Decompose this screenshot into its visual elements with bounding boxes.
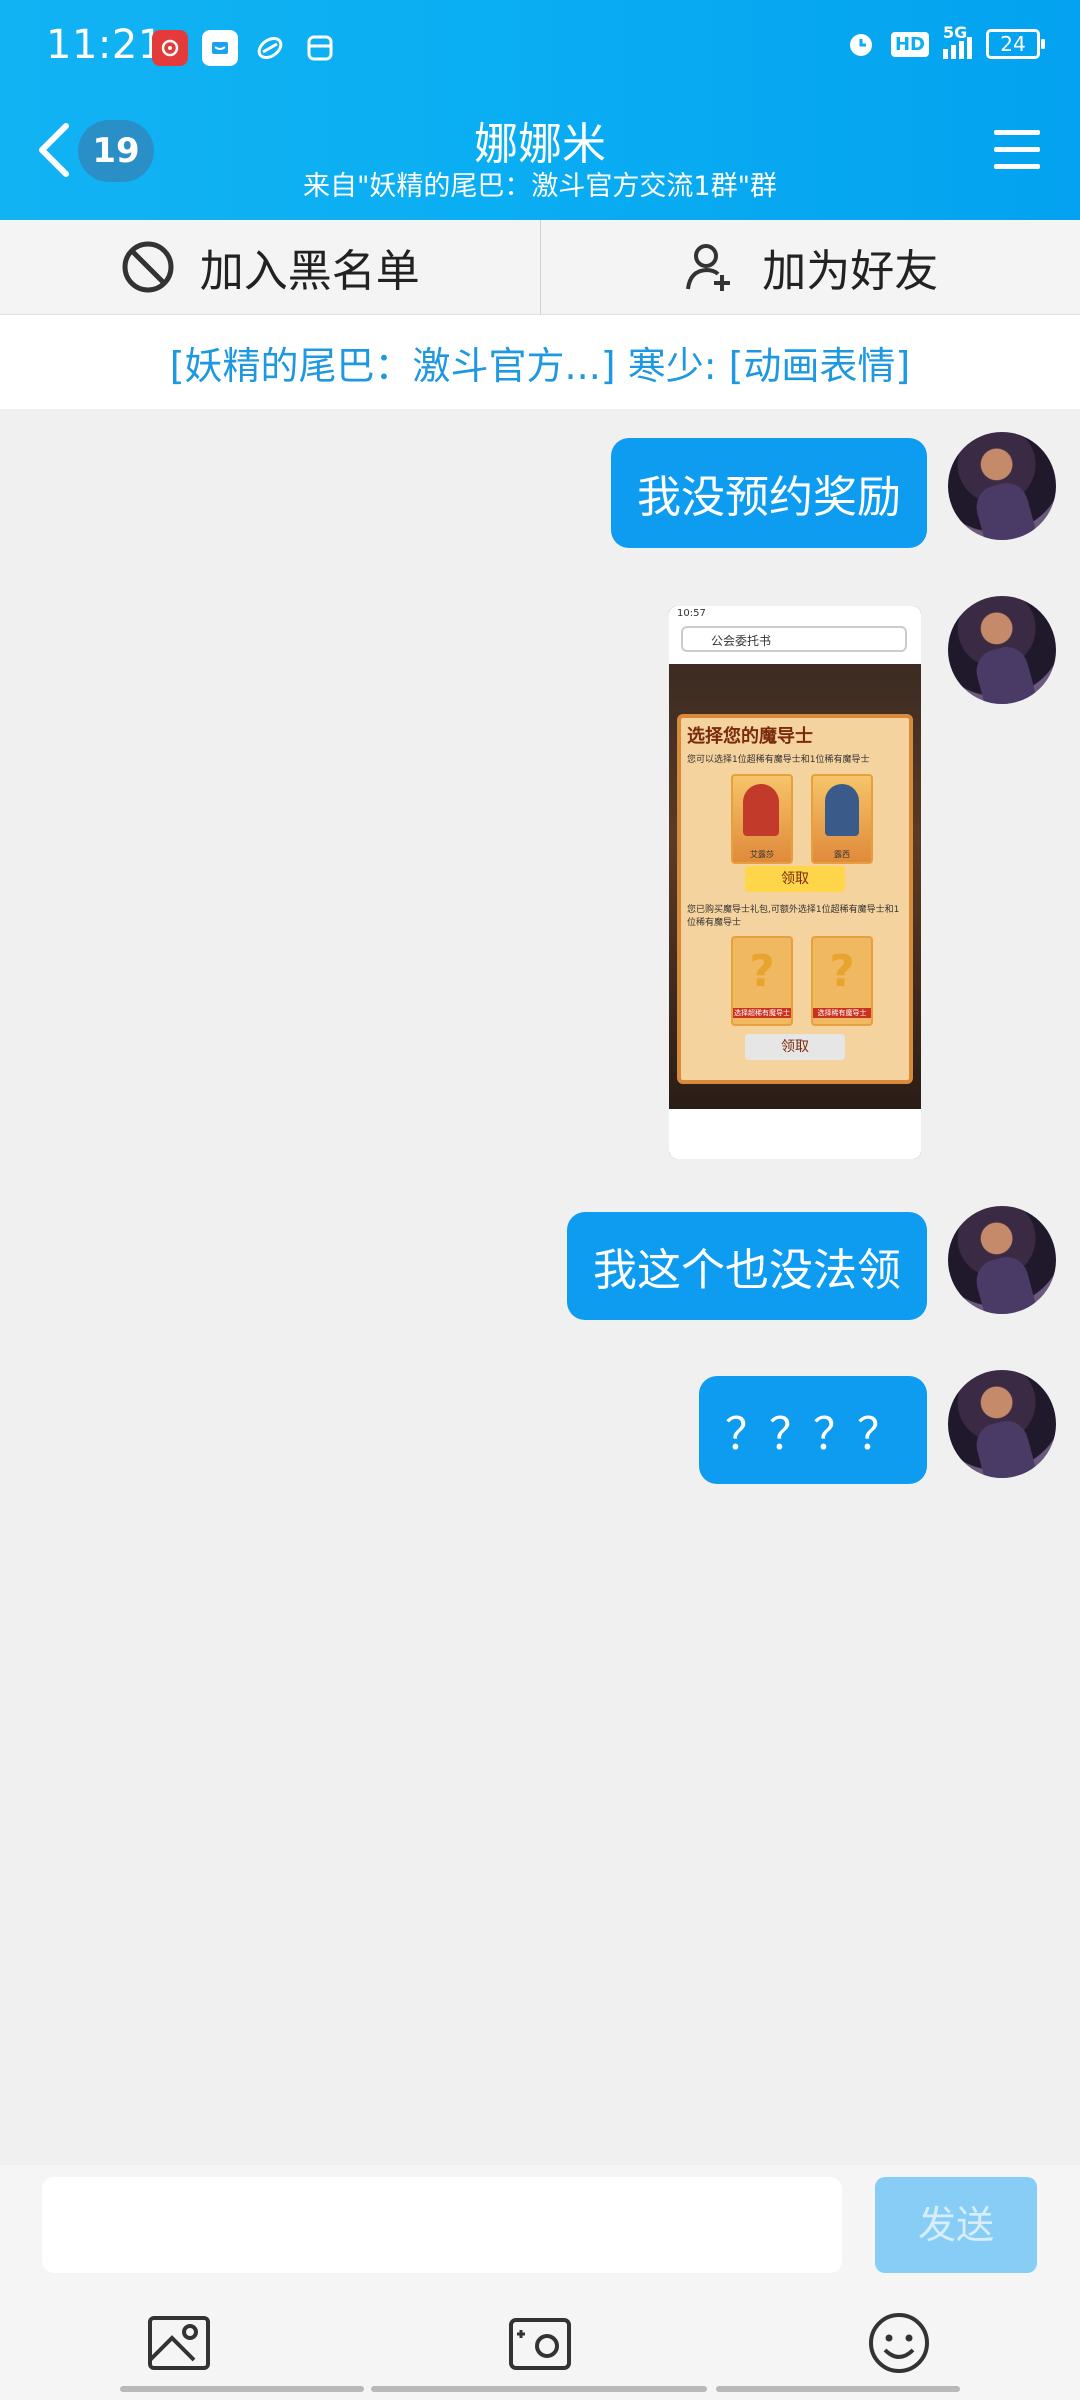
chat-area[interactable]: 我没预约奖励 10:57 公会委托书 选择您的魔导士 您可以选择1位超稀有魔导士… (0, 410, 1080, 2165)
status-time: 11:21 (46, 22, 164, 68)
battery-icon: 24 (986, 29, 1045, 59)
netease-music-icon (152, 30, 188, 66)
chat-subtitle: 来自"妖精的尾巴：激斗官方交流1群"群 (302, 171, 777, 202)
alarm-icon (849, 34, 872, 56)
avatar[interactable] (948, 432, 1056, 540)
nav-indicator-left (120, 2386, 364, 2392)
status-bar: 11:21 HD 5G 24 (0, 0, 1080, 100)
emoji-icon (869, 2313, 929, 2373)
image-panel-title: 选择您的魔导士 (687, 726, 813, 747)
notification-icons (152, 30, 338, 66)
image-card-left: 艾露莎 (731, 774, 793, 864)
emoji-button[interactable] (866, 2310, 932, 2376)
camera-button[interactable] (507, 2310, 573, 2376)
message-bubble[interactable]: 我没预约奖励 (611, 438, 927, 548)
signal-icon: 5G (943, 23, 972, 59)
image-button[interactable] (146, 2310, 212, 2376)
image-search-text: 公会委托书 (711, 634, 772, 648)
message-bubble[interactable]: 我这个也没法领 (567, 1212, 927, 1320)
header: 11:21 HD 5G 24 19 娜娜米 来自"妖精的尾巴：激斗官方交流1群"… (0, 0, 1080, 220)
image-card-q-left: ? 选择超稀有魔导士 (731, 936, 793, 1026)
image-game-screen: 选择您的魔导士 您可以选择1位超稀有魔导士和1位稀有魔导士 艾露莎 露西 领取 … (669, 664, 921, 1109)
message-app-icon (202, 30, 238, 66)
message-input[interactable] (42, 2177, 842, 2273)
input-bar: 发送 (0, 2165, 1080, 2400)
image-icon (148, 2316, 210, 2370)
action-bar: 加入黑名单 加为好友 (0, 220, 1080, 315)
blacklist-label: 加入黑名单 (199, 246, 420, 297)
image-search-bar: 公会委托书 (681, 626, 907, 652)
avatar[interactable] (948, 1206, 1056, 1314)
image-line1: 您可以选择1位超稀有魔导士和1位稀有魔导士 (687, 755, 870, 765)
avatar[interactable] (948, 596, 1056, 704)
message-bubble[interactable]: ？？？？ (699, 1376, 927, 1484)
chat-title: 娜娜米 (474, 119, 606, 170)
avatar[interactable] (948, 1370, 1056, 1478)
group-notice-bar[interactable]: [妖精的尾巴：激斗官方...] 寒少: [动画表情] (0, 315, 1080, 409)
image-time: 10:57 (677, 608, 706, 619)
send-button[interactable]: 发送 (875, 2177, 1037, 2273)
add-to-blacklist-button[interactable]: 加入黑名单 (0, 220, 540, 314)
block-icon (122, 241, 174, 293)
camera-icon (509, 2318, 571, 2370)
image-card-right: 露西 (811, 774, 873, 864)
image-line2: 您已购买魔导士礼包,可额外选择1位超稀有魔导士和1位稀有魔导士 (687, 905, 900, 928)
image-card-left-label: 艾露莎 (750, 850, 774, 859)
nav-indicator-right (716, 2386, 960, 2392)
add-user-icon (686, 244, 731, 291)
system-status-icons: HD 5G 24 (845, 23, 1045, 60)
network-type: 5G (943, 23, 968, 42)
image-panel: 选择您的魔导士 您可以选择1位超稀有魔导士和1位稀有魔导士 艾露莎 露西 领取 … (677, 714, 913, 1084)
add-friend-label: 加为好友 (762, 246, 939, 297)
menu-button[interactable] (994, 130, 1040, 172)
image-card-q-right-label: 选择稀有魔导士 (813, 1008, 871, 1018)
image-card-right-label: 露西 (834, 850, 850, 859)
image-claim-button-2: 领取 (745, 1034, 845, 1060)
wallet-app-icon (302, 30, 338, 66)
add-friend-button[interactable]: 加为好友 (541, 220, 1080, 314)
image-card-q-left-label: 选择超稀有魔导士 (733, 1008, 791, 1018)
image-navbar (669, 1109, 921, 1159)
image-message[interactable]: 10:57 公会委托书 选择您的魔导士 您可以选择1位超稀有魔导士和1位稀有魔导… (669, 606, 921, 1159)
hd-icon: HD (890, 31, 929, 57)
image-card-q-right: ? 选择稀有魔导士 (811, 936, 873, 1026)
link-app-icon (252, 30, 288, 66)
nav-indicator-center (371, 2386, 707, 2392)
image-claim-button: 领取 (745, 866, 845, 892)
image-statusbar: 10:57 公会委托书 (669, 606, 921, 664)
